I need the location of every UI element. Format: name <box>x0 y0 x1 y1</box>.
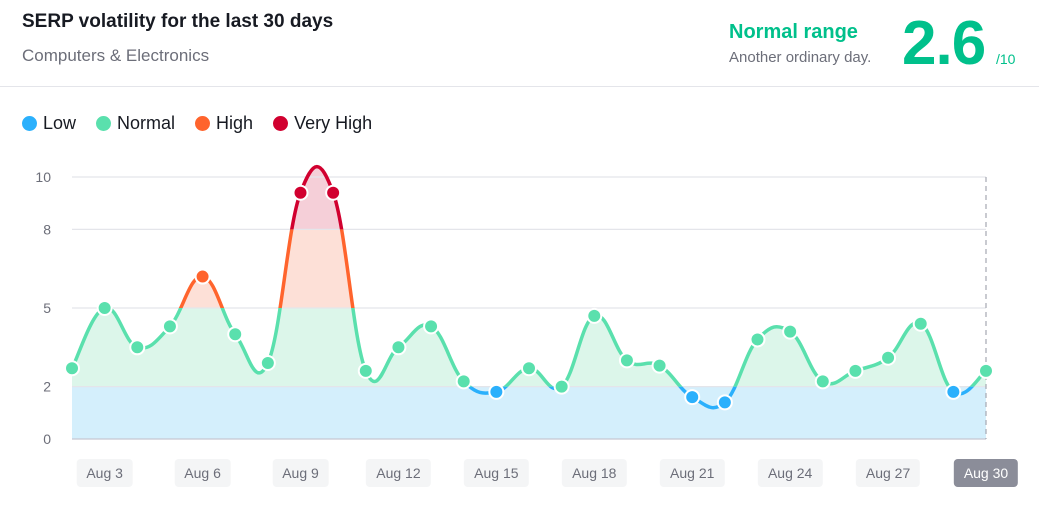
data-point[interactable] <box>651 357 668 374</box>
data-point[interactable] <box>782 323 799 340</box>
data-point[interactable] <box>814 373 831 390</box>
data-point[interactable] <box>390 339 407 356</box>
data-point[interactable] <box>357 362 374 379</box>
x-tick-label[interactable]: Aug 21 <box>660 459 725 487</box>
data-point[interactable] <box>96 300 113 316</box>
volatility-chart: 0 2 5 8 10 <box>35 164 994 447</box>
y-axis-ticks: 0 2 5 8 10 <box>35 169 51 447</box>
data-point[interactable] <box>488 383 505 400</box>
y-tick-label: 10 <box>35 169 51 185</box>
x-tick-label[interactable]: Aug 15 <box>464 459 529 487</box>
data-point[interactable] <box>423 318 440 335</box>
data-point[interactable] <box>325 184 342 201</box>
x-tick-label[interactable]: Aug 6 <box>174 459 231 487</box>
data-point[interactable] <box>161 318 178 335</box>
band-fill-low <box>72 386 986 439</box>
band-fills <box>72 166 986 439</box>
data-point[interactable] <box>716 394 733 411</box>
data-point[interactable] <box>64 360 80 377</box>
data-point[interactable] <box>945 383 962 400</box>
data-point[interactable] <box>259 355 276 372</box>
data-point[interactable] <box>455 373 472 390</box>
data-point[interactable] <box>880 349 897 366</box>
y-tick-label: 8 <box>43 221 51 237</box>
data-point[interactable] <box>129 339 146 356</box>
data-point[interactable] <box>847 362 864 379</box>
x-tick-label[interactable]: Aug 27 <box>855 459 921 487</box>
data-point[interactable] <box>978 362 994 379</box>
data-point[interactable] <box>553 378 570 395</box>
data-point[interactable] <box>912 315 929 332</box>
data-point[interactable] <box>618 352 635 369</box>
x-tick-label[interactable]: Aug 12 <box>366 459 431 487</box>
x-tick-label[interactable]: Aug 9 <box>272 459 329 487</box>
data-point[interactable] <box>292 184 309 201</box>
data-point[interactable] <box>521 360 537 377</box>
data-point[interactable] <box>749 331 766 348</box>
data-point[interactable] <box>586 307 603 324</box>
y-tick-label: 0 <box>43 431 51 447</box>
data-point[interactable] <box>227 326 244 343</box>
y-tick-label: 2 <box>43 379 51 395</box>
x-tick-label[interactable]: Aug 30 <box>953 459 1019 487</box>
data-point[interactable] <box>684 389 701 406</box>
x-tick-label[interactable]: Aug 3 <box>76 459 133 487</box>
x-tick-label[interactable]: Aug 18 <box>562 459 627 487</box>
data-point[interactable] <box>194 268 211 285</box>
y-tick-label: 5 <box>43 300 51 316</box>
x-tick-label[interactable]: Aug 24 <box>757 459 823 487</box>
